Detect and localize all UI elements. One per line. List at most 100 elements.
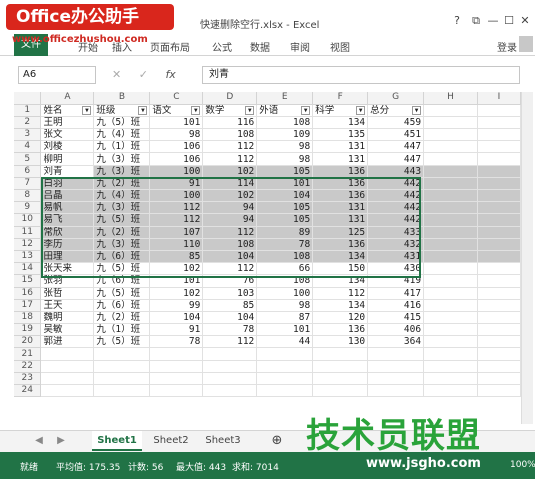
filter-dropdown-icon[interactable]: ▼ <box>82 105 92 115</box>
empty-cell[interactable] <box>423 213 478 227</box>
filter-dropdown-icon[interactable]: ▼ <box>301 105 311 115</box>
cell[interactable]: 九（3）班 <box>93 238 151 251</box>
row-header[interactable]: 9 <box>14 201 42 215</box>
cell[interactable]: 100 <box>149 165 204 178</box>
cell[interactable]: 104 <box>202 311 258 325</box>
tab-sheet2[interactable]: Sheet2 <box>146 431 196 451</box>
header-cell[interactable]: 外语 ▼ <box>256 104 314 117</box>
cell[interactable]: 易帆 <box>40 201 95 215</box>
cell[interactable]: 106 <box>149 152 204 166</box>
avatar[interactable] <box>519 36 533 52</box>
cell[interactable]: 110 <box>149 238 204 251</box>
cell[interactable]: 九（5）班 <box>93 262 151 276</box>
insert-function-icon[interactable]: fx <box>165 68 175 81</box>
cell[interactable]: 442 <box>367 201 425 215</box>
cell[interactable]: 108 <box>256 250 314 264</box>
empty-cell[interactable] <box>477 213 521 227</box>
cell[interactable]: 吴敏 <box>40 323 95 337</box>
row-header[interactable]: 11 <box>14 226 42 239</box>
cell[interactable]: 99 <box>149 299 204 312</box>
empty-cell[interactable] <box>312 372 369 386</box>
scroll-left-icon[interactable]: ◀ <box>32 431 46 451</box>
empty-cell[interactable] <box>312 347 369 361</box>
cell[interactable]: 九（6）班 <box>93 299 151 312</box>
cell[interactable]: 433 <box>367 226 425 239</box>
cell[interactable]: 416 <box>367 299 425 312</box>
cell[interactable]: 451 <box>367 128 425 142</box>
cell[interactable]: 44 <box>256 335 314 349</box>
cell[interactable]: 415 <box>367 311 425 325</box>
scroll-right-icon[interactable]: ▶ <box>54 431 68 451</box>
cell[interactable]: 85 <box>149 250 204 264</box>
cell[interactable]: 九（1）班 <box>93 323 151 337</box>
empty-cell[interactable] <box>423 140 478 154</box>
name-box[interactable]: A6 <box>18 66 96 84</box>
cell[interactable]: 120 <box>312 311 369 325</box>
empty-cell[interactable] <box>423 384 478 398</box>
cell[interactable]: 易飞 <box>40 213 95 227</box>
cell[interactable]: 135 <box>312 128 369 142</box>
row-header[interactable]: 3 <box>14 128 42 142</box>
empty-cell[interactable] <box>149 347 204 361</box>
empty-cell[interactable] <box>423 177 478 191</box>
cell[interactable]: 136 <box>312 323 369 337</box>
empty-cell[interactable] <box>40 360 95 373</box>
empty-cell[interactable] <box>477 201 521 215</box>
cell[interactable]: 66 <box>256 262 314 276</box>
cell[interactable]: 九（5）班 <box>93 335 151 349</box>
cell[interactable]: 常欣 <box>40 226 95 239</box>
empty-cell[interactable] <box>202 372 258 386</box>
cell[interactable]: 131 <box>312 140 369 154</box>
cell[interactable]: 91 <box>149 177 204 191</box>
cell[interactable]: 九（6）班 <box>93 274 151 288</box>
empty-cell[interactable] <box>202 360 258 373</box>
row-header[interactable]: 20 <box>14 335 42 349</box>
row-header[interactable]: 21 <box>14 347 42 361</box>
column-header-d[interactable]: D <box>202 92 258 105</box>
empty-cell[interactable] <box>202 384 258 398</box>
row-header[interactable]: 6 <box>14 165 42 178</box>
cell[interactable]: 78 <box>256 238 314 251</box>
cell[interactable]: 125 <box>312 226 369 239</box>
add-sheet-button[interactable]: ⊕ <box>268 431 286 451</box>
cell[interactable]: 417 <box>367 287 425 300</box>
tab-page-layout[interactable]: 页面布局 <box>150 39 190 54</box>
cell[interactable]: 136 <box>312 165 369 178</box>
row-header[interactable]: 13 <box>14 250 42 264</box>
cell[interactable]: 112 <box>149 213 204 227</box>
empty-cell[interactable] <box>423 226 478 239</box>
cell[interactable]: 130 <box>312 335 369 349</box>
cell[interactable]: 112 <box>202 140 258 154</box>
enter-icon[interactable]: ✓ <box>139 68 148 81</box>
empty-cell[interactable] <box>477 152 521 166</box>
cell[interactable]: 134 <box>312 274 369 288</box>
empty-cell[interactable] <box>93 360 151 373</box>
empty-cell[interactable] <box>149 360 204 373</box>
empty-cell[interactable] <box>477 226 521 239</box>
empty-cell[interactable] <box>40 347 95 361</box>
cell[interactable]: 九（5）班 <box>93 213 151 227</box>
header-cell[interactable]: 数学 ▼ <box>202 104 258 117</box>
cell[interactable]: 九（3）班 <box>93 201 151 215</box>
cell[interactable]: 张天来 <box>40 262 95 276</box>
empty-cell[interactable] <box>477 116 521 130</box>
cell[interactable]: 116 <box>202 116 258 130</box>
empty-cell[interactable] <box>93 347 151 361</box>
cell[interactable]: 98 <box>149 128 204 142</box>
cancel-icon[interactable]: ✕ <box>112 68 121 81</box>
cell[interactable]: 张哲 <box>40 287 95 300</box>
cell[interactable]: 98 <box>256 152 314 166</box>
tab-review[interactable]: 审阅 <box>290 39 310 54</box>
cell[interactable]: 100 <box>149 189 204 203</box>
empty-cell[interactable] <box>93 384 151 398</box>
cell[interactable]: 131 <box>312 201 369 215</box>
column-header-a[interactable]: A <box>40 92 95 105</box>
column-header-g[interactable]: G <box>367 92 425 105</box>
empty-cell[interactable] <box>93 372 151 386</box>
row-header[interactable]: 2 <box>14 116 42 130</box>
tab-sheet3[interactable]: Sheet3 <box>198 431 248 451</box>
cell[interactable]: 447 <box>367 152 425 166</box>
empty-cell[interactable] <box>256 372 314 386</box>
row-header[interactable]: 24 <box>14 384 42 398</box>
cell[interactable]: 87 <box>256 311 314 325</box>
